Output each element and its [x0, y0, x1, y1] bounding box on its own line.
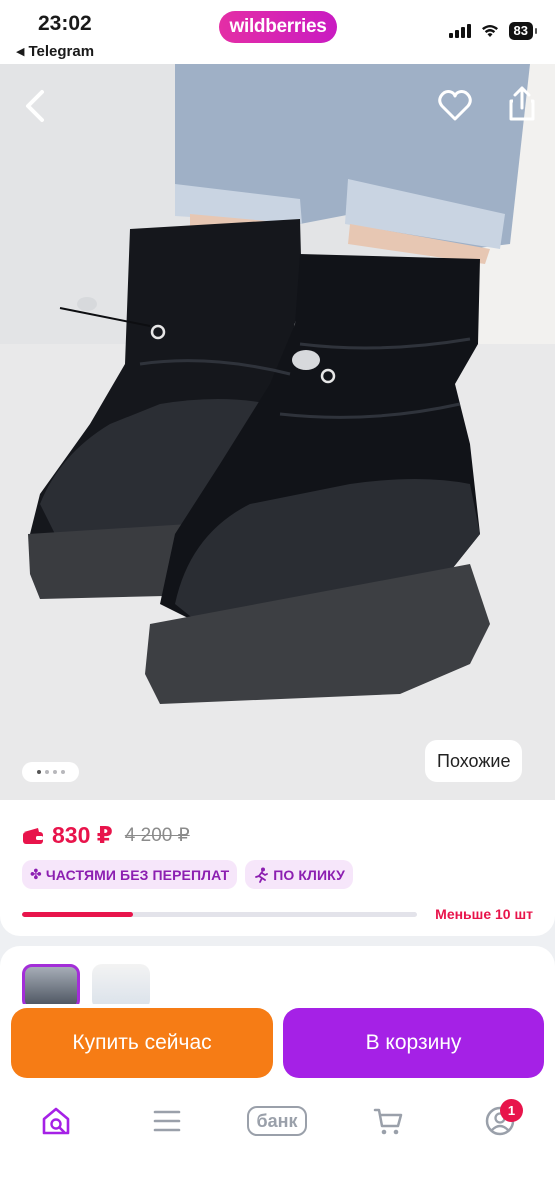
similar-button[interactable]: Похожие	[425, 740, 523, 782]
triangle-left-icon: ◀	[16, 46, 25, 58]
add-to-cart-button[interactable]: В корзину	[283, 1008, 544, 1078]
bottom-navigation: банк	[0, 1088, 555, 1200]
one-click-badge[interactable]: ПО КЛИКУ	[245, 860, 353, 889]
action-bar: Купить сейчас В корзину	[0, 1004, 555, 1088]
nav-home[interactable]	[38, 1104, 74, 1138]
home-search-icon	[42, 1107, 70, 1135]
status-bar: 23:02 ◀ Telegram wildberries 83	[0, 0, 555, 64]
system-icons: 83	[448, 22, 538, 40]
share-icon[interactable]	[505, 84, 539, 124]
bank-icon: банк	[247, 1106, 307, 1136]
installment-badge[interactable]: ✤ ЧАСТЯМИ БЕЗ ПЕРЕПЛАТ	[22, 860, 238, 889]
price-card: 830 ₽ 4 200 ₽ ✤ ЧАСТЯМИ БЕЗ ПЕРЕПЛАТ ПО …	[0, 800, 555, 936]
current-price: 830 ₽	[52, 822, 113, 848]
stock-progress-bar	[22, 912, 417, 917]
profile-notification-badge: 1	[500, 1099, 523, 1122]
signal-icon	[448, 24, 471, 38]
product-photo	[0, 64, 555, 804]
chevron-left-icon[interactable]	[18, 86, 54, 126]
wifi-icon	[481, 25, 498, 37]
buy-now-button[interactable]: Купить сейчас	[11, 1008, 273, 1078]
status-time: 23:02	[38, 12, 92, 35]
back-to-app-link[interactable]: ◀ Telegram	[16, 43, 94, 60]
nav-cart[interactable]	[370, 1104, 406, 1138]
stock-label: Меньше 10 шт	[435, 906, 533, 922]
product-gallery[interactable]: Похожие	[0, 64, 555, 804]
clover-icon: ✤	[30, 866, 42, 882]
gallery-dot	[60, 770, 65, 774]
battery-indicator: 83	[508, 22, 538, 40]
old-price: 4 200 ₽	[124, 825, 190, 846]
wallet-icon	[23, 827, 43, 844]
gallery-pagination	[22, 762, 79, 782]
one-click-badge-label: ПО КЛИКУ	[273, 866, 345, 883]
menu-icon	[153, 1110, 181, 1132]
installment-badge-label: ЧАСТЯМИ БЕЗ ПЕРЕПЛАТ	[45, 866, 230, 883]
stock-progress-fill	[22, 912, 133, 917]
gallery-dot	[44, 770, 49, 774]
running-person-icon	[255, 867, 269, 883]
heart-icon[interactable]	[436, 86, 474, 124]
cart-icon	[373, 1108, 403, 1135]
price-row: 830 ₽ 4 200 ₽	[22, 822, 190, 849]
back-app-label: Telegram	[28, 43, 95, 60]
nav-bank[interactable]: банк	[243, 1104, 311, 1138]
nav-catalog[interactable]	[150, 1104, 184, 1138]
brand-logo: wildberries	[219, 11, 337, 43]
gallery-dot	[36, 770, 41, 774]
gallery-dot	[52, 770, 57, 774]
promo-badges: ✤ ЧАСТЯМИ БЕЗ ПЕРЕПЛАТ ПО КЛИКУ	[22, 860, 353, 889]
